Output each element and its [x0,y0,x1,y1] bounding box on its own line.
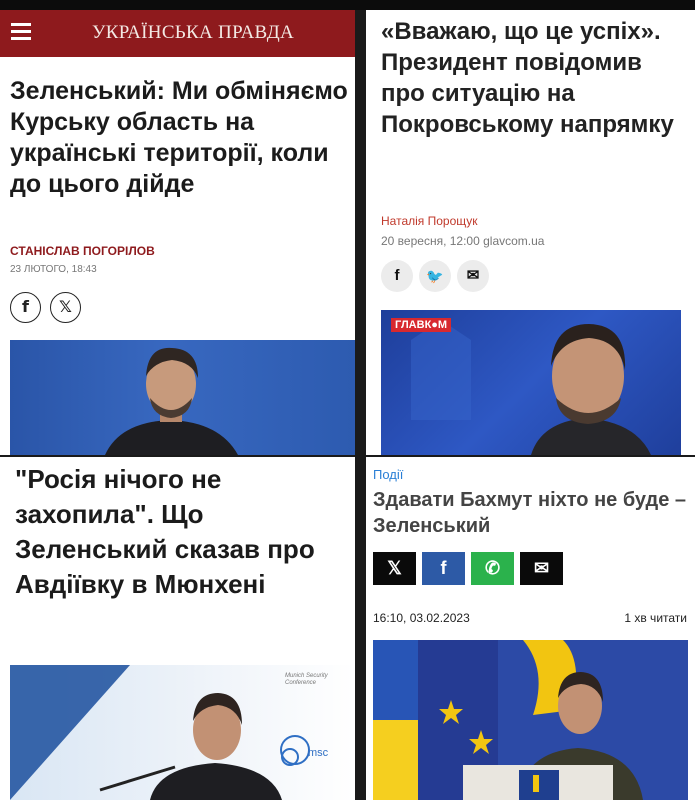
article-author[interactable]: Наталія Порощук [381,214,478,228]
up-article-panel: УКРАЇНСЬКА ПРАВДА Зеленський: Ми обміняє… [0,10,355,455]
article-date: 16:10, 03.02.2023 [373,611,470,625]
hamburger-menu-icon[interactable] [11,23,31,41]
article-author[interactable]: СТАНІСЛАВ ПОГОРІЛОВ [10,244,155,258]
glavcom-logo: ГЛАВК●М [391,318,452,332]
bakhmut-article-panel: Події Здавати Бахмут ніхто не буде – Зел… [366,457,695,800]
email-icon[interactable]: ✉ [520,552,563,585]
article-photo [10,340,355,455]
article-headline[interactable]: "Росія нічого не захопила". Що Зеленськи… [15,462,345,602]
article-photo: ГЛАВК●М [381,310,681,455]
facebook-icon[interactable]: f [381,260,413,292]
x-icon[interactable]: 𝕏 [373,552,416,585]
munich-article-panel: "Росія нічого не захопила". Що Зеленськи… [0,457,355,800]
photo-sign: Munich Security Conference [285,673,328,686]
email-icon[interactable]: ✉ [457,260,489,292]
whatsapp-icon[interactable]: ✆ [471,552,514,585]
read-time: 1 хв читати [624,611,687,625]
zelensky-portrait-image [105,347,238,455]
glavcom-article-panel: «Вважаю, що це успіх». Президент повідом… [366,10,695,455]
article-category[interactable]: Події [373,467,403,482]
article-headline[interactable]: «Вважаю, що це успіх». Президент повідом… [381,16,681,140]
msc-logo: msc [308,747,329,759]
article-date: 23 ЛЮТОГО, 18:43 [10,264,97,275]
article-headline[interactable]: Здавати Бахмут ніхто не буде – Зеленськи… [373,487,693,539]
article-headline[interactable]: Зеленський: Ми обміняємо Курську область… [10,76,350,200]
facebook-icon[interactable]: f [422,552,465,585]
article-photo: Munich Security Conference msc [10,665,355,800]
x-icon[interactable]: 𝕏 [50,292,81,323]
top-bar [0,0,695,10]
site-header: УКРАЇНСЬКА ПРАВДА [0,10,355,57]
site-logo[interactable]: УКРАЇНСЬКА ПРАВДА [92,22,294,44]
facebook-icon[interactable]: f [10,292,41,323]
zelensky-flags-image [373,640,688,800]
article-photo [373,640,688,800]
article-date: 20 вересня, 12:00 glavcom.ua [381,234,545,248]
twitter-icon[interactable]: 🐦 [419,260,451,292]
